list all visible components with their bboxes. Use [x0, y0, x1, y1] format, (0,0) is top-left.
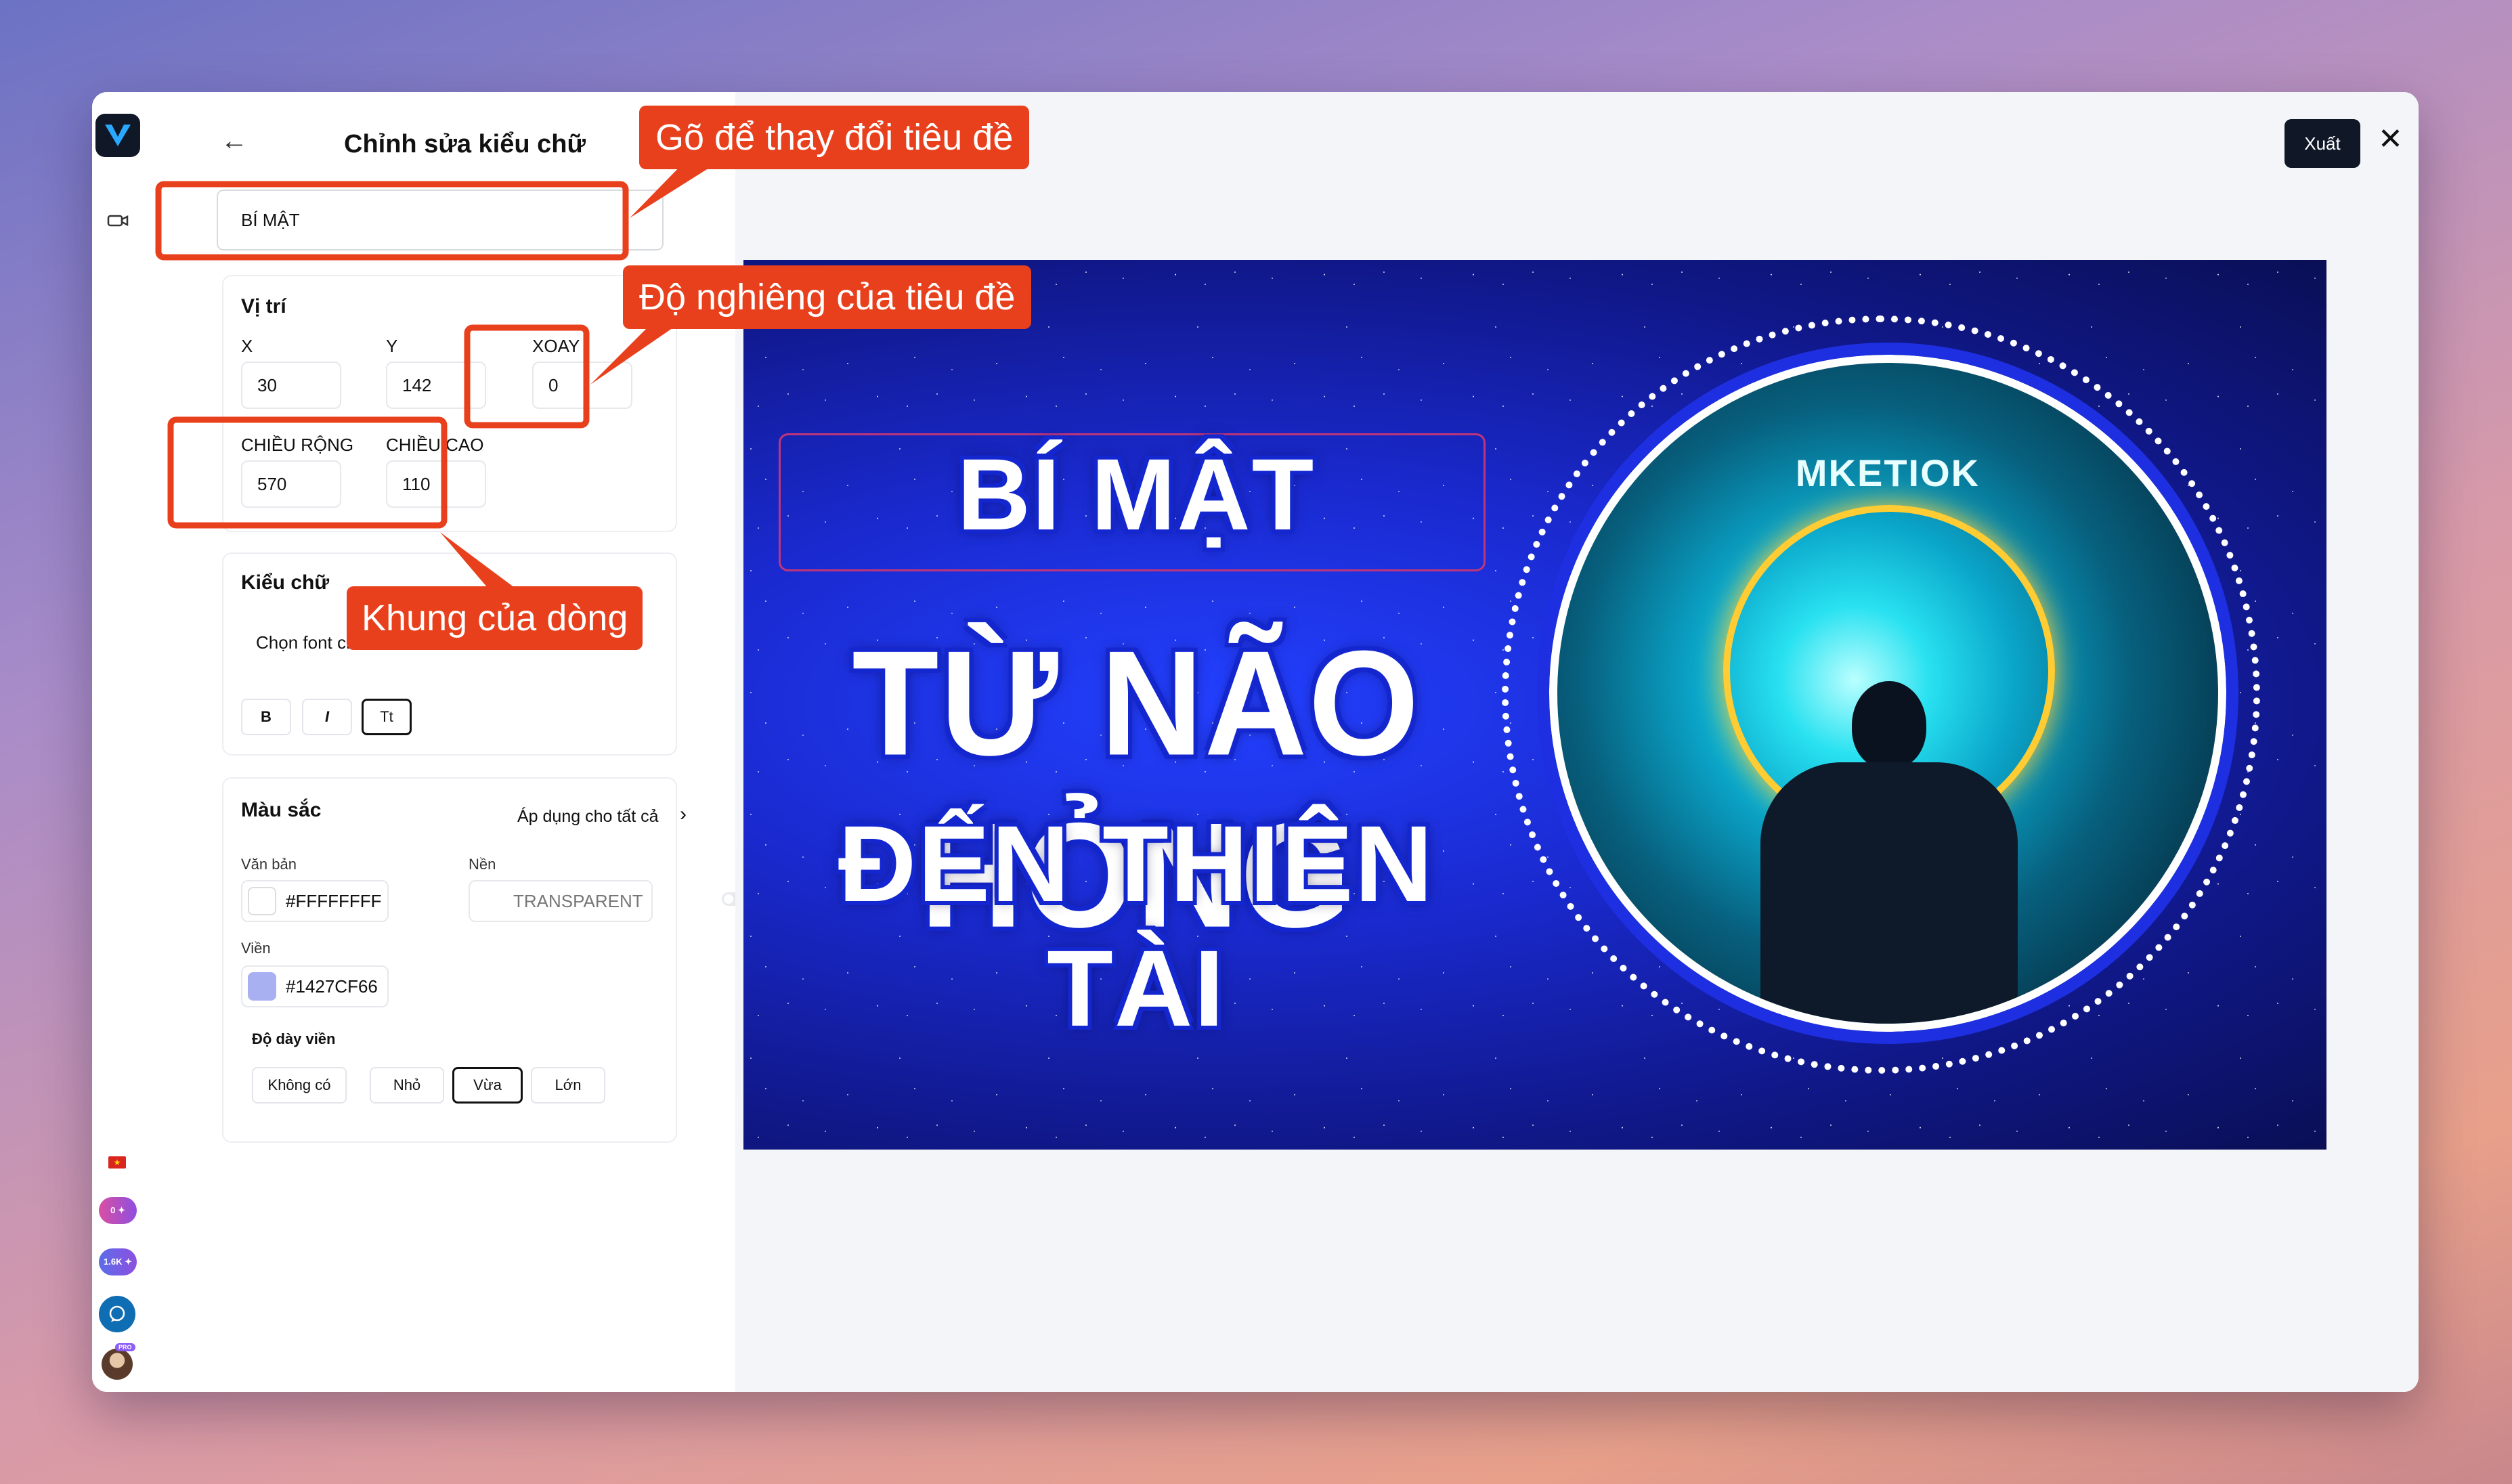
chat-support-icon[interactable] — [99, 1296, 135, 1332]
stroke-color-swatch[interactable] — [248, 972, 276, 1001]
back-arrow-icon[interactable]: ← — [221, 126, 248, 156]
app-logo[interactable] — [95, 114, 140, 157]
thickness-none-button[interactable]: Không có — [252, 1067, 347, 1104]
font-heading: Kiểu chữ — [241, 571, 330, 594]
left-rail: ★ 0 ✦ 1.6K ✦ PRO — [92, 92, 148, 1392]
thickness-small-button[interactable]: Nhỏ — [370, 1067, 444, 1104]
italic-button[interactable]: I — [302, 699, 352, 735]
color-heading: Màu sắc — [241, 799, 322, 821]
close-icon[interactable]: ✕ — [2378, 122, 2403, 156]
headline-line-3[interactable]: ĐẾN THIÊN TÀI — [743, 802, 1529, 1051]
callout-frame-tip: Khung của dòng — [347, 586, 643, 650]
text-color-swatch[interactable] — [248, 887, 276, 915]
export-button[interactable]: Xuất — [2284, 119, 2360, 168]
bg-color-input[interactable]: TRANSPARENT — [469, 880, 653, 922]
y-input[interactable]: 142 — [386, 362, 486, 409]
thickness-large-button[interactable]: Lớn — [531, 1067, 605, 1104]
x-label: X — [241, 336, 253, 356]
height-label: CHIỀU CAO — [386, 435, 484, 455]
pro-badge: PRO — [115, 1343, 135, 1351]
height-input[interactable]: 110 — [386, 460, 486, 508]
video-icon[interactable] — [107, 211, 130, 230]
stroke-thickness-label: Độ dày viền — [252, 1030, 336, 1047]
width-input[interactable]: 570 — [241, 460, 341, 508]
headline-line-1[interactable]: BÍ MẬT — [743, 436, 1529, 553]
app-window: ★ 0 ✦ 1.6K ✦ PRO ← Chỉnh sửa kiểu chữ BÍ… — [92, 92, 2419, 1392]
bg-color-label: Nền — [469, 856, 496, 873]
hero-image-circle: MKETIOK — [1537, 343, 2238, 1044]
rotate-input[interactable]: 0 — [532, 362, 632, 409]
language-flag-icon[interactable]: ★ — [108, 1156, 126, 1169]
stroke-color-label: Viền — [241, 940, 271, 957]
position-heading: Vị trí — [241, 295, 286, 318]
hero-logo-text: MKETIOK — [1795, 452, 1980, 494]
person-silhouette-head — [1852, 681, 1926, 769]
credits-badge[interactable]: 0 ✦ — [99, 1197, 137, 1224]
apply-all-link[interactable]: Áp dụng cho tất cả — [517, 807, 658, 827]
chevron-right-icon[interactable]: › — [680, 803, 687, 826]
thickness-medium-button[interactable]: Vừa — [452, 1067, 523, 1104]
panel-title: Chỉnh sửa kiểu chữ — [344, 130, 586, 158]
callout-title-tip: Gõ để thay đổi tiêu đề — [639, 106, 1030, 169]
callout-rotate-tip: Độ nghiêng của tiêu đề — [623, 265, 1032, 329]
rotate-label: XOAY — [532, 336, 580, 356]
text-color-label: Văn bản — [241, 856, 297, 873]
y-label: Y — [386, 336, 398, 356]
x-input[interactable]: 30 — [241, 362, 341, 409]
title-text-input[interactable]: BÍ MẬT — [217, 190, 664, 250]
text-case-button[interactable]: Tt — [362, 699, 412, 735]
width-label: CHIỀU RỘNG — [241, 435, 354, 455]
coins-badge[interactable]: 1.6K ✦ — [99, 1248, 137, 1275]
person-silhouette-body — [1760, 762, 2018, 1024]
bold-button[interactable]: B — [241, 699, 291, 735]
user-avatar[interactable] — [102, 1349, 133, 1380]
thumbnail-canvas[interactable]: BÍ MẬT TỪ NÃO HỎNG ĐẾN THIÊN TÀI MKETIOK — [743, 260, 2326, 1150]
